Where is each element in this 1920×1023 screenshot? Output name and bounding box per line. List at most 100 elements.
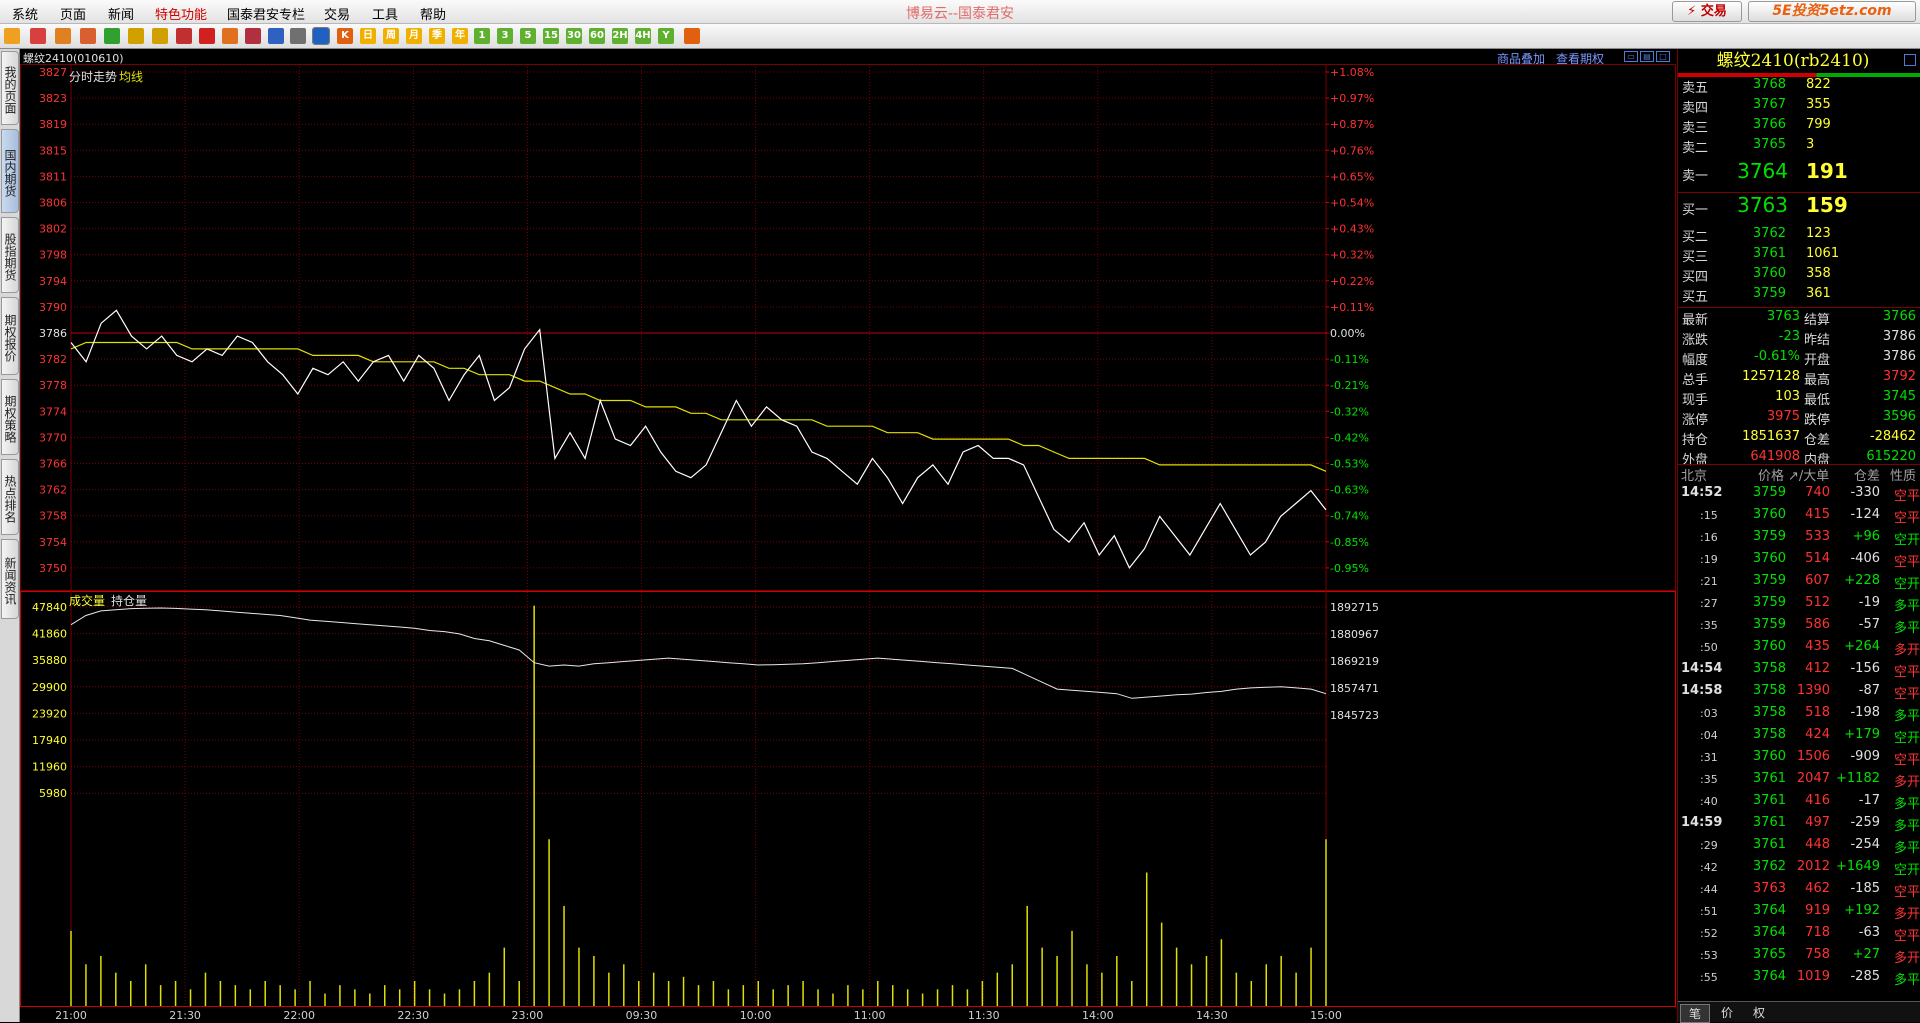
watermark-logo: 5E投资5etz.com [1748,1,1916,22]
tick-row[interactable]: :50 3760 435 +264 多开 [1678,639,1920,661]
menu-trade[interactable]: 交易 [324,4,350,23]
tab-price[interactable]: 价 [1712,1004,1742,1021]
side-tab-1[interactable]: 国内期货 [1,129,19,213]
tick-row[interactable]: :29 3761 448 -254 多平 [1678,837,1920,859]
min30-icon[interactable]: 30 [566,28,582,44]
tick-row[interactable]: 14:59 3761 497 -259 多平 [1678,815,1920,837]
menu-system[interactable]: 系统 [12,4,38,23]
filter-icon[interactable] [245,28,261,44]
custom-period-icon[interactable]: Y [658,28,674,44]
tick-row[interactable]: :40 3761 416 -17 多平 [1678,793,1920,815]
kline-icon[interactable]: K [337,28,353,44]
tick-row[interactable]: :53 3765 758 +27 多开 [1678,947,1920,969]
tick-row[interactable]: :35 3759 586 -57 多平 [1678,617,1920,639]
back-arrow-icon[interactable] [4,28,20,44]
bid-level[interactable]: 买一 3763 159 [1678,193,1920,223]
side-tab-0[interactable]: 我的页面 [1,51,19,125]
book-icon[interactable] [55,28,71,44]
menu-tools[interactable]: 工具 [372,4,398,23]
day-icon[interactable]: 日 [360,28,376,44]
tick-row[interactable]: :16 3759 533 +96 空开 [1678,529,1920,551]
min60-icon[interactable]: 60 [589,28,605,44]
ask-level[interactable]: 卖一 3764 191 [1678,159,1920,189]
quarter-icon[interactable]: 季 [429,28,445,44]
tab-rights[interactable]: 权 [1744,1004,1774,1021]
tick-row[interactable]: :52 3764 718 -63 空平 [1678,925,1920,947]
tick-row[interactable]: :03 3758 518 -198 多平 [1678,705,1920,727]
bookmark-icon[interactable] [268,28,284,44]
refresh-icon[interactable] [104,28,120,44]
oi-tick-label: 1892715 [1330,601,1379,614]
pct-tick-label: +0.65% [1330,170,1374,183]
bid-level[interactable]: 买二 3762 123 [1678,226,1920,246]
volume-panel-frame [20,591,1676,1007]
tick-row[interactable]: :35 3761 2047 +1182 多开 [1678,771,1920,793]
menu-special[interactable]: 特色功能 [155,4,207,23]
zoom-in-icon[interactable] [128,28,144,44]
bid-level[interactable]: 买三 3761 1061 [1678,246,1920,266]
panel-toggle-icon[interactable] [1904,54,1916,66]
ask-level[interactable]: 卖五 3768 822 [1678,77,1920,97]
bid-level[interactable]: 买四 3760 358 [1678,266,1920,286]
tick-row[interactable]: :19 3760 514 -406 空平 [1678,551,1920,573]
menu-help[interactable]: 帮助 [420,4,446,23]
tick-row[interactable]: :42 3762 2012 +1649 空开 [1678,859,1920,881]
stat-label: 总手 [1682,373,1709,388]
ask-level[interactable]: 卖二 3765 3 [1678,137,1920,157]
min5-icon[interactable]: 5 [520,28,536,44]
pen-icon[interactable] [199,28,215,44]
layers-icon[interactable] [80,28,96,44]
min1-icon[interactable]: 1 [474,28,490,44]
min15-icon[interactable]: 15 [543,28,559,44]
tick-row[interactable]: 14:54 3758 412 -156 空平 [1678,661,1920,683]
restore-icon[interactable]: ▭ [1624,51,1638,62]
tick-row[interactable]: :44 3763 462 -185 空平 [1678,881,1920,903]
bid-level[interactable]: 买五 3759 361 [1678,286,1920,306]
tick-row[interactable]: :04 3758 424 +179 空开 [1678,727,1920,749]
tick-oi-change: -19 [1858,595,1880,610]
calc-icon[interactable] [684,28,700,44]
zoom-out-icon[interactable] [152,28,168,44]
tab-ticks[interactable]: 笔 [1680,1004,1710,1023]
hour2-icon[interactable]: 2H [612,28,628,44]
split-icon[interactable]: ▤ [1640,51,1654,62]
level-price: 3768 [1752,77,1786,92]
year-icon[interactable]: 年 [452,28,468,44]
ask-level[interactable]: 卖四 3767 355 [1678,97,1920,117]
tick-price: 3761 [1752,815,1786,830]
menu-page[interactable]: 页面 [60,4,86,23]
side-tab-4[interactable]: 期权策略 [1,379,19,455]
tick-row[interactable]: :51 3764 919 +192 多开 [1678,903,1920,925]
tick-row[interactable]: 14:52 3759 740 -330 空平 [1678,485,1920,507]
side-tab-3[interactable]: 期权报价 [1,297,19,375]
maximize-icon[interactable]: □ [1656,51,1670,62]
fire-icon[interactable] [222,28,238,44]
tick-oi-change: -198 [1850,705,1880,720]
home-icon[interactable] [30,28,46,44]
tick-row[interactable]: :27 3759 512 -19 多平 [1678,595,1920,617]
hour4-icon[interactable]: 4H [635,28,651,44]
intraday-chart[interactable]: 3827 +1.08% 3823 +0.97% 3819 +0.87% 3815 +0.76%… [20,64,1677,1022]
tick-row[interactable]: 14:58 3758 1390 -87 空平 [1678,683,1920,705]
week-icon[interactable]: 周 [383,28,399,44]
tick-row[interactable]: :31 3760 1506 -909 空平 [1678,749,1920,771]
month-icon[interactable]: 月 [406,28,422,44]
tick-row[interactable]: :15 3760 415 -124 空平 [1678,507,1920,529]
tick-row[interactable]: :21 3759 607 +228 空开 [1678,573,1920,595]
table-icon[interactable] [290,28,306,44]
side-tab-6[interactable]: 新闻资讯 [1,539,19,619]
min3-icon[interactable]: 3 [497,28,513,44]
trade-button[interactable]: ⚡ 交易 [1672,1,1742,22]
pct-tick-label: +0.97% [1330,92,1374,105]
side-tab-5[interactable]: 热点排名 [1,459,19,535]
intraday-chart-icon[interactable] [312,27,330,45]
tick-row[interactable]: :55 3764 1019 -285 多平 [1678,969,1920,991]
tile-icon[interactable] [176,28,192,44]
menu-gtja-column[interactable]: 国泰君安专栏 [227,4,305,23]
menu-news[interactable]: 新闻 [108,4,134,23]
tick-nature: 空平 [1893,929,1920,944]
side-tab-2[interactable]: 股指期货 [1,217,19,293]
oi-tick-label: 1845723 [1330,709,1379,722]
ask-level[interactable]: 卖三 3766 799 [1678,117,1920,137]
price-tick-label: 3815 [39,144,67,157]
